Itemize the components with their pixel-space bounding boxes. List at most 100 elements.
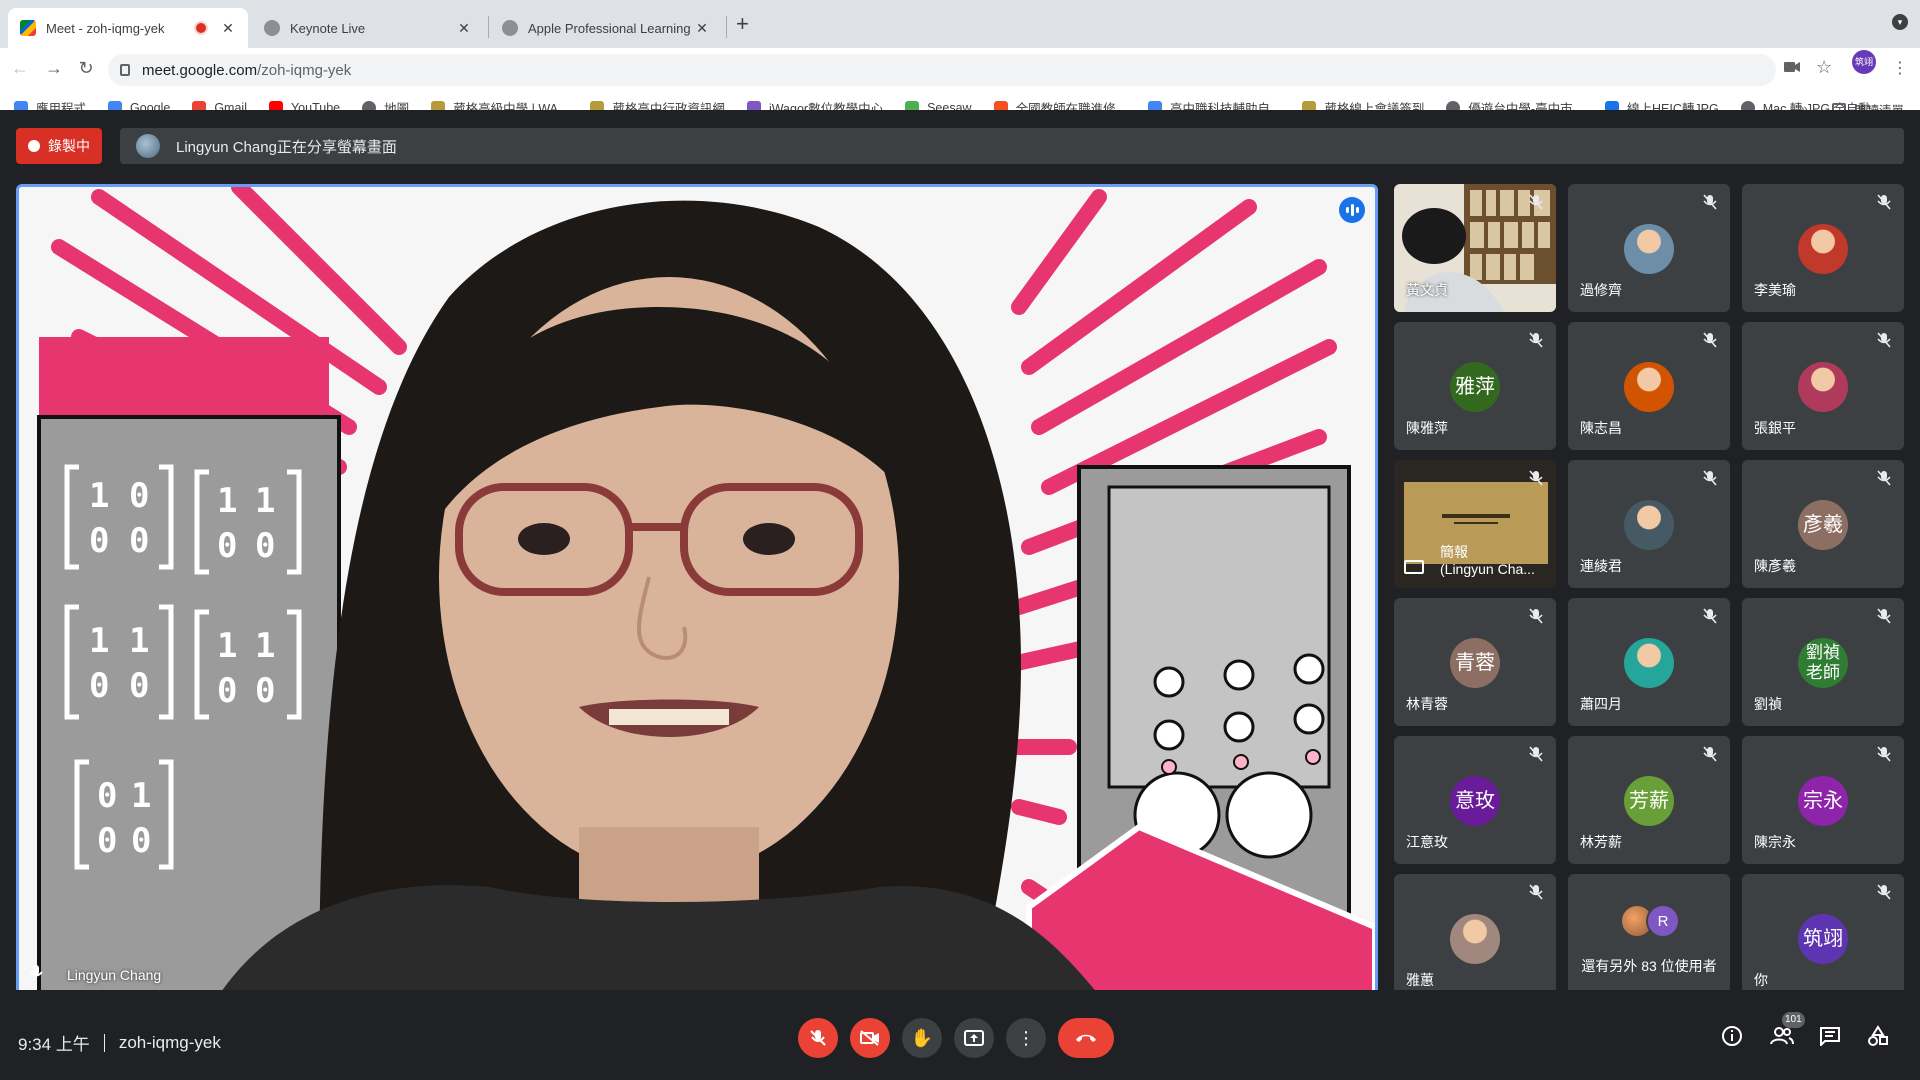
people-icon	[1770, 1027, 1794, 1045]
participant-avatar: 宗永	[1798, 776, 1848, 826]
participant-tile[interactable]: 黃文貞	[1394, 184, 1556, 312]
present-screen-button[interactable]	[954, 1018, 994, 1058]
participant-name: 過修齊	[1580, 282, 1622, 298]
svg-text:0: 0	[97, 776, 117, 816]
url-path: /zoh-iqmg-yek	[257, 61, 352, 79]
close-tab-icon[interactable]: ✕	[694, 20, 710, 37]
svg-text:1: 1	[217, 481, 237, 521]
tab-meet[interactable]: Meet - zoh-iqmg-yek ✕	[8, 8, 248, 48]
leave-call-button[interactable]	[1058, 1018, 1114, 1058]
meet-stage: 錄製中 Lingyun Chang正在分享螢幕畫面 1 0 0 0 1 1 0 …	[0, 110, 1920, 1080]
participant-name: 陳志昌	[1580, 420, 1622, 436]
mic-off-icon	[1702, 608, 1718, 624]
meeting-controls-bar: 9:34 上午 zoh-iqmg-yek ✋ ⋮ 101	[0, 990, 1920, 1080]
more-vert-icon: ⋮	[1017, 1027, 1035, 1048]
new-tab-button[interactable]: +	[736, 12, 749, 36]
tab-search-icon[interactable]: ▾	[1892, 14, 1908, 30]
profile-avatar[interactable]: 筑翊	[1852, 50, 1876, 74]
participant-photo	[1798, 224, 1848, 274]
participant-tile[interactable]: 青蓉 林青蓉	[1394, 598, 1556, 726]
participant-tile[interactable]: 雅萍 陳雅萍	[1394, 322, 1556, 450]
info-icon	[1722, 1026, 1742, 1046]
share-banner-text: Lingyun Chang正在分享螢幕畫面	[176, 138, 397, 156]
participant-tile[interactable]: 張銀平	[1742, 322, 1904, 450]
address-bar[interactable]: meet.google.com/zoh-iqmg-yek	[108, 54, 1776, 86]
reload-icon[interactable]: ↻	[74, 58, 98, 79]
svg-text:1: 1	[217, 626, 237, 666]
mic-toggle-button[interactable]	[798, 1018, 838, 1058]
activities-button[interactable]	[1862, 1020, 1894, 1052]
svg-text:0: 0	[89, 666, 109, 706]
chat-icon	[1820, 1027, 1840, 1046]
participant-name: 陳彥羲	[1754, 558, 1796, 574]
mic-off-icon	[1702, 332, 1718, 348]
bookmark-star-icon[interactable]: ☆	[1816, 57, 1832, 78]
mic-off-icon	[1528, 194, 1544, 210]
camera-toggle-button[interactable]	[850, 1018, 890, 1058]
svg-text:0: 0	[255, 526, 275, 566]
participant-tile[interactable]: 陳志昌	[1568, 322, 1730, 450]
hand-icon: ✋	[910, 1027, 934, 1048]
meeting-code: zoh-iqmg-yek	[118, 1032, 221, 1052]
more-options-button[interactable]: ⋮	[1006, 1018, 1046, 1058]
presentation-icon	[1404, 560, 1424, 574]
participant-photo	[1624, 362, 1674, 412]
mic-off-icon	[810, 1030, 826, 1046]
main-speaker-tile[interactable]: 1000 1100 1100 1100 0100 Lingyun Chang	[16, 184, 1378, 998]
browser-menu-icon[interactable]: ⋮	[1892, 58, 1908, 78]
participant-avatar: 芳薪	[1624, 776, 1674, 826]
google-meet-icon	[20, 20, 36, 36]
activities-shapes-icon	[1868, 1025, 1888, 1046]
back-arrow-icon[interactable]: ←	[8, 58, 32, 79]
tab-title: Apple Professional Learning Vi	[528, 20, 694, 36]
presenter-avatar	[136, 134, 160, 158]
chat-button[interactable]	[1814, 1020, 1846, 1052]
participant-tile[interactable]: R 還有另外 83 位使用者	[1568, 874, 1730, 1002]
svg-text:0: 0	[217, 671, 237, 711]
mic-off-icon	[1876, 746, 1892, 762]
svg-text:0: 0	[89, 521, 109, 561]
recording-indicator-icon	[196, 23, 206, 33]
participant-tile[interactable]: 過修齊	[1568, 184, 1730, 312]
close-tab-icon[interactable]: ✕	[456, 20, 472, 37]
mic-off-icon	[1876, 608, 1892, 624]
participant-name: 雅蕙	[1406, 972, 1434, 988]
raise-hand-button[interactable]: ✋	[902, 1018, 942, 1058]
participant-tile[interactable]: 李美瑜	[1742, 184, 1904, 312]
participant-name: 林芳薪	[1580, 834, 1622, 850]
recording-label: 錄製中	[48, 138, 90, 154]
more-participants-avatars: R	[1620, 904, 1680, 938]
participant-tile[interactable]: 簡報 (Lingyun Cha...	[1394, 460, 1556, 588]
participant-avatar: 筑翊	[1798, 914, 1848, 964]
tab-keynote-live[interactable]: Keynote Live ✕	[252, 8, 484, 48]
participant-tile[interactable]: 宗永 陳宗永	[1742, 736, 1904, 864]
mic-off-icon	[1702, 194, 1718, 210]
camera-in-use-icon[interactable]	[1784, 60, 1800, 78]
participant-name: 陳宗永	[1754, 834, 1796, 850]
participant-tile[interactable]: 彥羲 陳彥羲	[1742, 460, 1904, 588]
mic-icon	[29, 965, 43, 981]
tab-apple-professional-learning[interactable]: Apple Professional Learning Vi ✕	[490, 8, 722, 48]
mic-off-icon	[1528, 608, 1544, 624]
close-tab-icon[interactable]: ✕	[220, 20, 236, 37]
participant-name: 連綾君	[1580, 558, 1622, 574]
participant-avatar: 青蓉	[1450, 638, 1500, 688]
participant-photo	[1624, 638, 1674, 688]
forward-arrow-icon[interactable]: →	[42, 58, 66, 79]
participant-photo	[1450, 914, 1500, 964]
participant-photo	[1798, 362, 1848, 412]
participant-name: 林青蓉	[1406, 696, 1448, 712]
recording-chip[interactable]: 錄製中	[16, 128, 102, 164]
participant-tile[interactable]: 連綾君	[1568, 460, 1730, 588]
meeting-details-button[interactable]	[1716, 1020, 1748, 1052]
participant-tile[interactable]: 雅蕙	[1394, 874, 1556, 1002]
tab-title: Keynote Live	[290, 20, 366, 36]
participant-tile[interactable]: 蕭四月	[1568, 598, 1730, 726]
participant-name: 陳雅萍	[1406, 420, 1448, 436]
hang-up-icon	[1076, 1034, 1096, 1042]
participant-name: 你	[1754, 972, 1768, 988]
participant-tile[interactable]: 筑翊你	[1742, 874, 1904, 1002]
participant-tile[interactable]: 芳薪 林芳薪	[1568, 736, 1730, 864]
participant-tile[interactable]: 意玫 江意玫	[1394, 736, 1556, 864]
participant-tile[interactable]: 劉禎 老師 劉禎	[1742, 598, 1904, 726]
